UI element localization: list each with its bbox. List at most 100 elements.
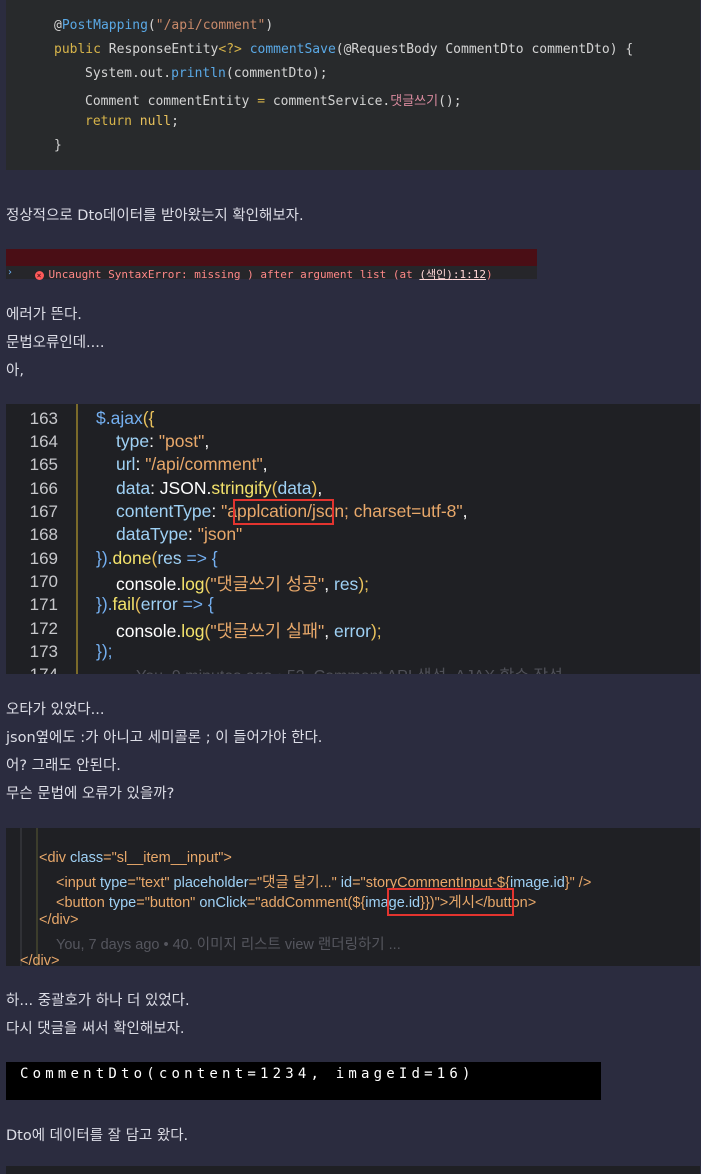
code-line: }).fail(error => { [96,594,214,615]
java-code-block: @PostMapping("/api/comment") public Resp… [6,0,700,170]
params: (@RequestBody CommentDto commentDto) { [335,42,634,57]
attribute: id [340,875,353,891]
object-name: console. [116,574,182,594]
argument: data [277,478,312,498]
equals: = [103,850,112,866]
function-call: $.ajax [96,408,143,428]
bracket: }). [96,548,113,568]
template-expression: image.id [509,875,565,891]
indent-guide [36,828,38,966]
paragraph: 하... 중괄호가 하나 더 있었다. [6,993,190,1009]
paragraph: 어? 그래도 안된다. [6,758,121,774]
line-number: 170 [29,572,58,591]
arrow: => { [181,548,218,568]
bracket: }). [96,594,113,614]
attribute-value: ="text" [127,875,174,891]
operator: = [257,94,266,109]
comma: , [324,621,334,641]
paragraph: 문법오류인데.... [6,335,105,351]
code-line: url: "/api/comment", [116,454,268,475]
paren: ) [265,18,274,33]
colon: : [188,524,198,544]
code-line: return null; [85,114,179,129]
code-line: console.log("댓글쓰기 성공", res); [116,571,369,596]
code-line: data: JSON.stringify(data), [116,478,322,499]
object-name: JSON. [159,478,212,498]
git-blame-annotation: You, 7 days ago • 40. 이미지 리스트 view 랜더링하기… [56,937,401,953]
code-line: Comment commentEntity = commentService.댓… [85,90,462,109]
tag: <div [39,850,71,866]
string-literal: "/api/comment" [155,18,266,33]
code-line: }).done(res => { [96,548,218,569]
type-name: ResponseEntity [100,42,219,57]
error-source-link[interactable]: (색인):1:12 [419,268,486,281]
indent-guide [76,404,78,674]
code-line: console.log("댓글쓰기 실패", error); [116,618,382,643]
console-output-box: CommentDto(content=1234, imageId=16) [6,1062,601,1100]
line-number: 165 [29,455,58,474]
next-code-block-edge [6,1166,700,1174]
function-name: println [171,66,226,81]
bracket: ({ [142,408,155,428]
code-line: <div class="sl__item__input"> [39,850,232,866]
function-name: stringify [211,478,272,498]
colon: : [135,454,146,474]
argument: res [157,548,182,568]
console-output-text: CommentDto(content=1234, imageId=16) [20,1066,475,1082]
paragraph: 오타가 있었다... [6,702,105,718]
error-end: ) [486,268,493,281]
line-number: 171 [29,595,58,614]
keyword: public [54,42,101,57]
paragraph: 아, [6,363,24,379]
code-line: type: "post", [116,431,209,452]
code-text: System.out. [85,66,172,81]
paragraph: 다시 댓글을 써서 확인해보자. [6,1021,185,1037]
comma: , [204,431,210,451]
line-number: 167 [29,502,58,521]
arrow: => { [177,594,214,614]
property-key: contentType [116,501,212,521]
comma: , [324,574,334,594]
source-link-text: (색인) [419,268,453,281]
line-number: 169 [29,549,58,568]
tag: > [223,850,232,866]
line-number: 168 [29,525,58,544]
console-prompt-icon[interactable]: › [8,267,12,278]
paragraph: Dto에 데이터를 잘 담고 왔다. [6,1128,189,1144]
line-number: 173 [29,642,58,661]
code-line: } [54,138,62,153]
indent-guide [20,828,22,966]
argument: res [334,574,359,594]
console-panel: × Uncaught SyntaxError: missing ) after a… [6,249,537,281]
property-key: data [116,478,151,498]
attribute: placeholder [173,875,249,891]
comma: , [462,501,468,521]
attribute: class [70,850,104,866]
paren: ); [370,621,382,641]
js-code-block: 163 164 165 166 167 168 169 170 171 172 … [6,404,700,674]
property-key: type [116,431,150,451]
code-line: }); [96,641,113,661]
colon: : [149,431,159,451]
paragraph: json옆에도 :가 아니고 세미콜론 ; 이 들어가야 한다. [6,730,323,746]
line-number: 163 [29,409,58,428]
annotation-at: @ [54,18,62,33]
attribute-value: ="button" [136,895,200,911]
code-line: </div> [39,912,79,928]
attribute-value: ="댓글 달기..." [248,875,341,891]
function-name: done [112,548,152,568]
code-line: dataType: "json" [116,524,242,545]
paragraph: 에러가 뜬다. [6,307,82,323]
tag: <input [56,875,100,891]
property-key: dataType [116,524,188,544]
line-number-gutter: 163 164 165 166 167 168 169 170 171 172 … [6,404,64,674]
console-error-row: × Uncaught SyntaxError: missing ) after a… [6,249,537,281]
code-line: System.out.println(commentDto); [85,66,328,81]
object-name: console. [116,621,182,641]
generic: <?> [218,42,242,57]
annotation-name: PostMapping [61,18,148,33]
function-name: log [181,574,205,594]
line-number: 174 [10,665,58,674]
